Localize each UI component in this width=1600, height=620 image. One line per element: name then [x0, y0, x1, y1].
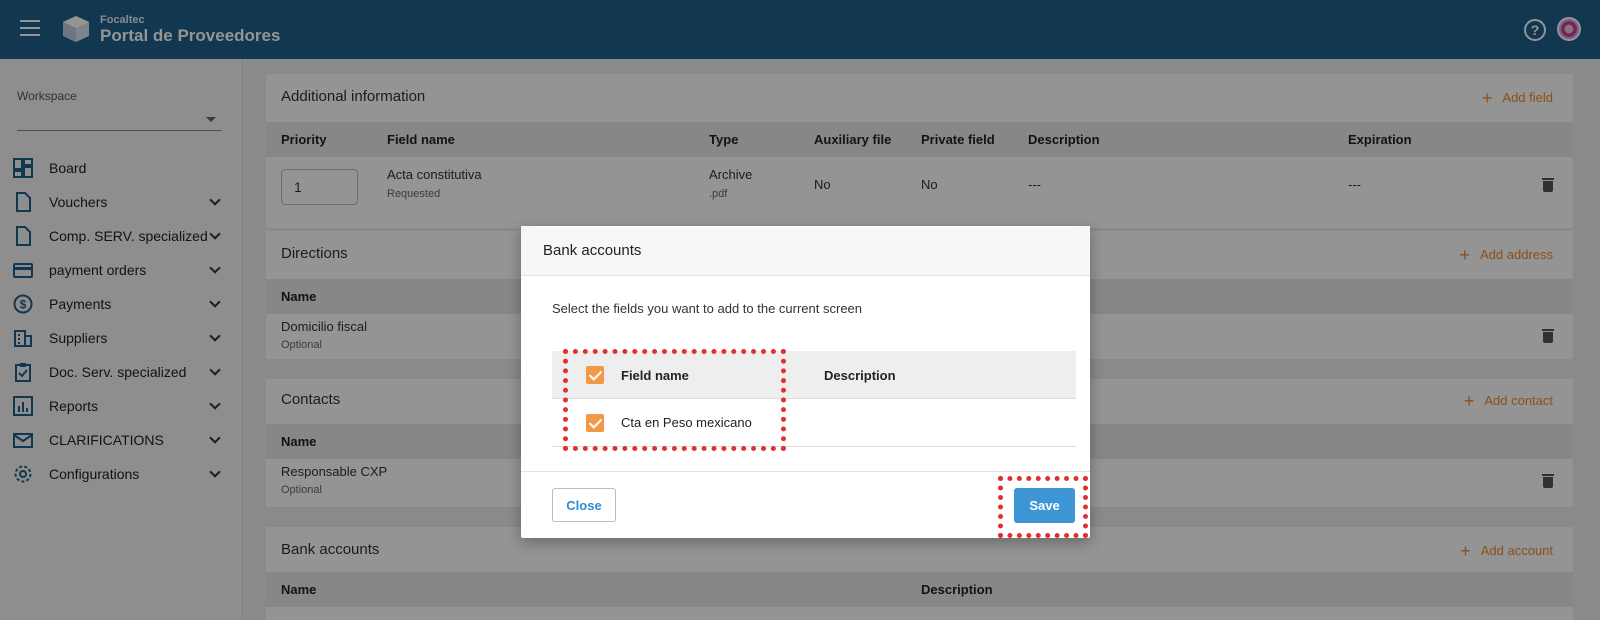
highlight-save-button — [998, 476, 1088, 538]
close-button[interactable]: Close — [552, 488, 616, 522]
dialog-header: Bank accounts — [521, 226, 1090, 276]
dialog-divider — [521, 471, 1090, 472]
dialog-title: Bank accounts — [543, 242, 642, 259]
dialog-description: Select the fields you want to add to the… — [552, 301, 863, 316]
highlight-field-selection — [563, 349, 786, 451]
column-header: Description — [824, 368, 896, 383]
